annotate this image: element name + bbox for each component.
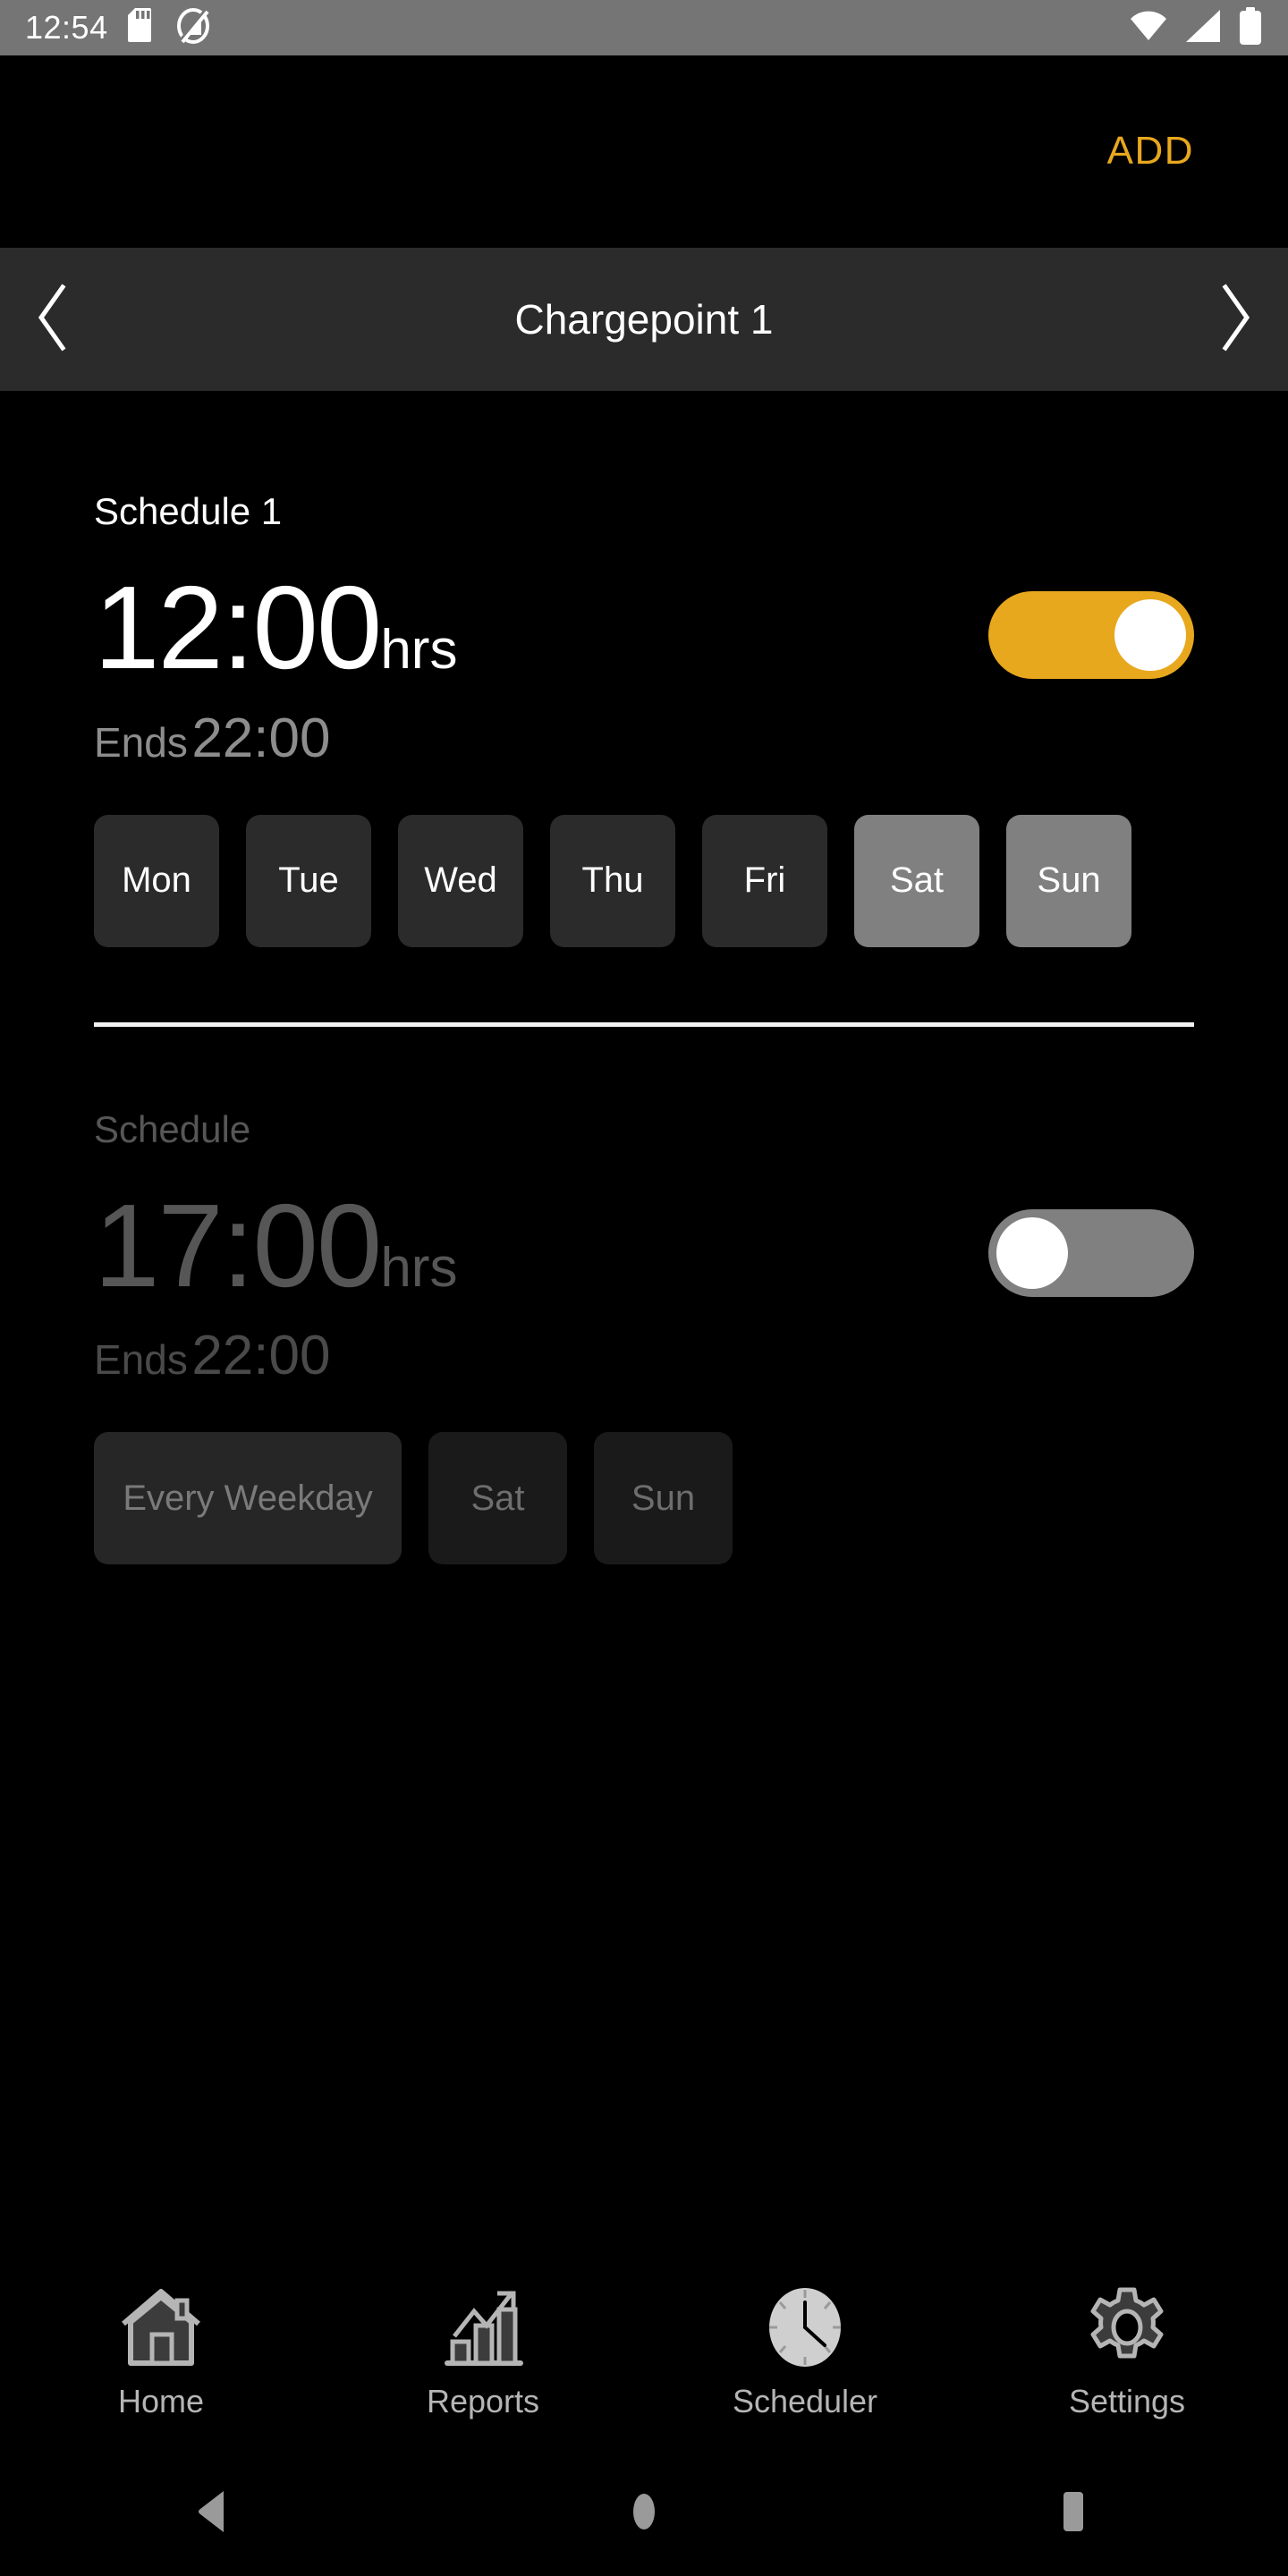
sd-card-icon (127, 7, 157, 48)
home-icon (118, 2281, 204, 2368)
wifi-icon (1129, 8, 1168, 48)
next-chargepoint-button[interactable] (1181, 284, 1288, 356)
schedule-2-day-every-weekday[interactable]: Every Weekday (94, 1432, 402, 1565)
tab-reports[interactable]: Reports (322, 2281, 644, 2420)
schedule-2-days: Every Weekday Sat Sun (94, 1432, 1194, 1565)
schedule-2-name: Schedule (94, 1107, 251, 1150)
schedule-2-start-time: 17:00 (94, 1179, 382, 1311)
back-triangle-icon (195, 2488, 234, 2539)
page-title: Chargepoint 1 (514, 296, 774, 343)
schedule-1-day-wed[interactable]: Wed (398, 814, 523, 947)
schedule-2-toggle-knob (996, 1216, 1068, 1289)
chevron-left-icon (34, 284, 73, 356)
status-bar-clock: 12:54 (25, 9, 108, 46)
status-bar-right (1129, 6, 1263, 49)
schedule-1-time-block: 12:00hrs (94, 562, 988, 693)
tab-home[interactable]: Home (0, 2281, 322, 2420)
tab-reports-label: Reports (426, 2382, 540, 2419)
gear-icon (1084, 2281, 1170, 2368)
schedule-1-days: Mon Tue Wed Thu Fri Sat Sun (94, 814, 1194, 947)
clock-icon (762, 2281, 848, 2368)
tab-home-label: Home (117, 2382, 205, 2419)
schedule-1-day-sat[interactable]: Sat (854, 814, 979, 947)
schedule-card-2[interactable]: Schedule 17:00hrs Ends 22:00 Every Weekd… (0, 1027, 1288, 1565)
top-action-bar: ADD (0, 55, 1288, 246)
tab-settings[interactable]: Settings (966, 2281, 1288, 2420)
schedule-1-day-sun[interactable]: Sun (1006, 814, 1131, 947)
schedule-2-time-block: 17:00hrs (94, 1179, 988, 1311)
schedule-1-unit: hrs (380, 619, 458, 681)
schedule-1-start-time: 12:00 (94, 562, 382, 693)
chevron-right-icon (1215, 284, 1254, 356)
tab-scheduler-label: Scheduler (732, 2382, 878, 2419)
schedule-card-1[interactable]: Schedule 1 12:00hrs Ends 22:00 Mon Tue W… (0, 391, 1288, 947)
schedule-2-ends-label: Ends (94, 1336, 188, 1384)
schedule-1-name: Schedule 1 (94, 490, 283, 532)
android-recents-button[interactable] (859, 2488, 1288, 2539)
recents-square-icon (1054, 2488, 1093, 2539)
tab-settings-label: Settings (1068, 2382, 1186, 2419)
bottom-tab-bar: Home Reports Scheduler Settings (0, 2250, 1288, 2451)
schedule-1-ends-value: 22:00 (191, 707, 331, 769)
schedule-2-unit: hrs (380, 1236, 458, 1299)
android-navigation-bar (0, 2451, 1288, 2576)
previous-chargepoint-button[interactable] (0, 284, 107, 356)
schedule-1-toggle[interactable] (988, 591, 1194, 679)
schedule-1-day-fri[interactable]: Fri (702, 814, 827, 947)
schedule-1-ends-row: Ends 22:00 (94, 707, 1194, 770)
battery-icon (1238, 6, 1263, 49)
chargepoint-header: Chargepoint 1 (0, 248, 1288, 391)
schedule-1-ends-label: Ends (94, 718, 188, 766)
do-not-disturb-icon (176, 7, 210, 48)
schedule-2-day-sat[interactable]: Sat (428, 1432, 567, 1565)
home-circle-icon (624, 2488, 664, 2539)
schedule-2-toggle[interactable] (988, 1208, 1194, 1297)
schedule-1-day-thu[interactable]: Thu (550, 814, 675, 947)
cellular-signal-icon (1184, 8, 1222, 48)
schedule-list: Schedule 1 12:00hrs Ends 22:00 Mon Tue W… (0, 391, 1288, 1565)
schedule-1-toggle-knob (1114, 599, 1186, 671)
android-home-button[interactable] (429, 2488, 859, 2539)
tab-scheduler[interactable]: Scheduler (644, 2281, 966, 2420)
schedule-2-day-sun[interactable]: Sun (594, 1432, 733, 1565)
add-schedule-button[interactable]: ADD (1107, 129, 1194, 174)
schedule-1-day-tue[interactable]: Tue (246, 814, 371, 947)
schedule-1-day-mon[interactable]: Mon (94, 814, 219, 947)
status-bar-left: 12:54 (25, 7, 210, 48)
schedule-2-ends-row: Ends 22:00 (94, 1324, 1194, 1387)
status-bar: 12:54 (0, 0, 1288, 55)
bar-chart-arrow-icon (440, 2281, 526, 2368)
app-screen: 12:54 ADD Chargepoint 1 Schedule 1 12:00… (0, 0, 1288, 2576)
android-back-button[interactable] (0, 2488, 429, 2539)
schedule-2-ends-value: 22:00 (191, 1325, 331, 1387)
